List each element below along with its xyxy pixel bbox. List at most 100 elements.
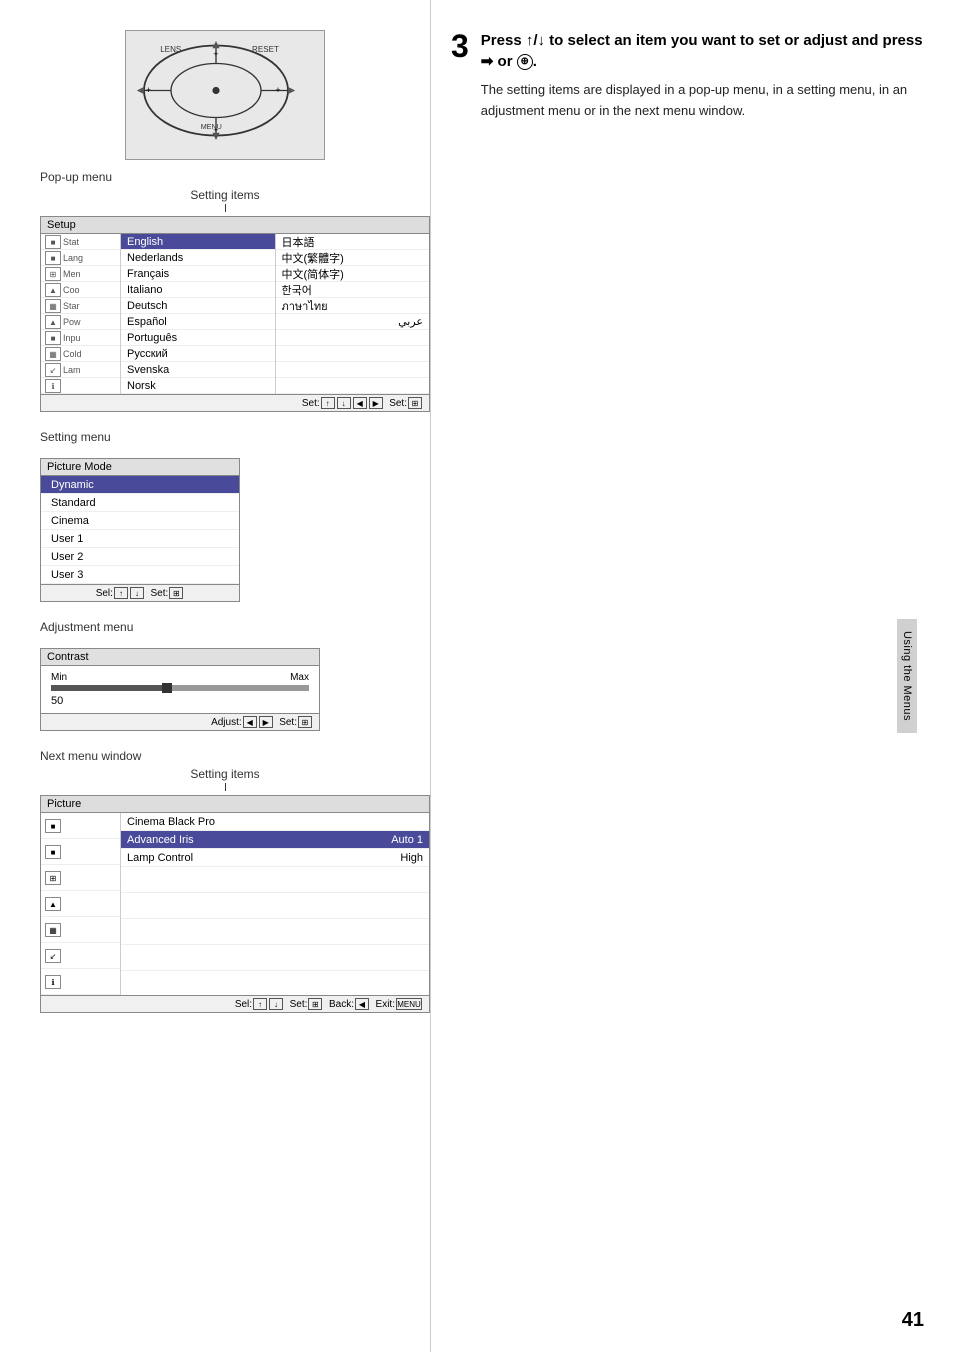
next-row-lamp-control: Lamp Control High: [121, 849, 429, 867]
icon-label-7: Inpu: [63, 333, 81, 343]
popup-icon-row-3: ⊞ Men: [41, 266, 120, 282]
popup-icon-row-4: ▲ Coo: [41, 282, 120, 298]
adj-slider-track: [51, 685, 309, 691]
icon-screen: ■: [45, 251, 61, 265]
next-icon-2: ■: [41, 839, 120, 865]
setting-row-user1: User 1: [41, 530, 239, 548]
next-menu-setting-items-label: Setting items: [40, 767, 410, 781]
next-icon-setup: ⊞: [45, 871, 61, 885]
lang-svenska: Svenska: [121, 362, 275, 378]
adj-slider-labels: Min Max: [51, 672, 309, 683]
setting-row-dynamic: Dynamic: [41, 476, 239, 494]
next-icon-5: ▦: [41, 917, 120, 943]
advanced-iris-label: Advanced Iris: [127, 834, 194, 846]
side-tab: Using the Menus: [897, 619, 917, 733]
icon-lamp: ↙: [45, 363, 61, 377]
setting-menu-title: Picture Mode: [41, 459, 239, 476]
lang-chinese-trad: 中文(繁體字): [276, 250, 430, 266]
icon-info: ▲: [45, 283, 61, 297]
step-title: Press ↑/↓ to select an item you want to …: [481, 30, 934, 72]
step-header: 3 Press ↑/↓ to select an item you want t…: [451, 30, 934, 122]
circle-icon: ⊕: [517, 54, 533, 70]
next-row-spacer-2: [121, 893, 429, 919]
lang-espanol: Español: [121, 314, 275, 330]
lang-english: English: [121, 234, 275, 250]
lang-chinese-simp: 中文(简体字): [276, 266, 430, 282]
next-row-cinema-black: Cinema Black Pro: [121, 813, 429, 831]
popup-icon-row-2: ■ Lang: [41, 250, 120, 266]
next-menu-box: Picture ■ ■ ⊞ ▲: [40, 795, 430, 1013]
svg-text:MENU: MENU: [201, 122, 222, 131]
popup-menu-title: Setup: [41, 217, 429, 234]
next-row-spacer-1: [121, 867, 429, 893]
popup-icon-row-1: ■ Stat: [41, 234, 120, 250]
icon-picture: ■: [45, 235, 61, 249]
icon-label-6: Pow: [63, 317, 81, 327]
next-icon-picture: ■: [45, 819, 61, 833]
icon-setup: ⊞: [45, 267, 61, 281]
next-menu-footer: Sel:↑↓ Set:⊞ Back:◀ Exit:MENU: [41, 995, 429, 1012]
popup-icon-row-6: ▲ Pow: [41, 314, 120, 330]
setting-row-cinema: Cinema: [41, 512, 239, 530]
lang-col-2: 日本語 中文(繁體字) 中文(简体字) 한국어 ภาษาไทย عربي: [275, 234, 430, 394]
next-icon-adj: ↙: [45, 949, 61, 963]
step-number: 3: [451, 30, 469, 62]
next-menu-title: Picture: [41, 796, 429, 813]
setting-row-standard: Standard: [41, 494, 239, 512]
adj-menu-box: Contrast Min Max 50 Adjust:◀▶ Set:⊞: [40, 648, 320, 731]
next-menu-label: Next menu window: [40, 749, 410, 763]
lang-deutsch: Deutsch: [121, 298, 275, 314]
next-menu-content: ■ ■ ⊞ ▲ ▦ ↙: [41, 813, 429, 995]
adj-max-label: Max: [290, 672, 309, 683]
right-column: 3 Press ↑/↓ to select an item you want t…: [430, 0, 954, 1352]
icon-label-1: Stat: [63, 237, 79, 247]
adj-menu-title: Contrast: [41, 649, 319, 666]
icon-network: ▲: [45, 315, 61, 329]
icon-label-9: Lam: [63, 365, 81, 375]
next-row-spacer-3: [121, 919, 429, 945]
next-icon-color: ▦: [45, 923, 61, 937]
next-icon-1: ■: [41, 813, 120, 839]
svg-text:+: +: [275, 85, 280, 95]
next-menu-rows: Cinema Black Pro Advanced Iris Auto 1 La…: [121, 813, 429, 995]
lang-empty-1: [276, 330, 430, 346]
setting-menu-label: Setting menu: [40, 430, 410, 444]
step-description: The setting items are displayed in a pop…: [481, 80, 934, 122]
svg-text:+: +: [146, 85, 151, 95]
icon-label-4: Coo: [63, 285, 80, 295]
popup-menu-box: Setup ■ Stat ■ Lang ⊞ Men: [40, 216, 430, 412]
step-content: Press ↑/↓ to select an item you want to …: [481, 30, 934, 122]
lang-portugues: Português: [121, 330, 275, 346]
cinema-black-label: Cinema Black Pro: [127, 816, 215, 828]
popup-menu-icons: ■ Stat ■ Lang ⊞ Men ▲ Coo: [41, 234, 121, 394]
advanced-iris-value: Auto 1: [391, 834, 423, 846]
next-menu-icons: ■ ■ ⊞ ▲ ▦ ↙: [41, 813, 121, 995]
lang-thai: ภาษาไทย: [276, 298, 430, 314]
lang-nederlands: Nederlands: [121, 250, 275, 266]
adj-slider-thumb: [162, 683, 172, 693]
lamp-control-value: High: [400, 852, 423, 864]
svg-text:LENS: LENS: [160, 45, 182, 54]
icon-info2: ℹ: [45, 379, 61, 393]
popup-icon-row-9: ↙ Lam: [41, 362, 120, 378]
lang-arabic: عربي: [276, 314, 430, 330]
lang-japanese: 日本語: [276, 234, 430, 250]
setting-row-user3: User 3: [41, 566, 239, 584]
svg-text:RESET: RESET: [252, 45, 279, 54]
popup-icon-row-8: ▦ Cold: [41, 346, 120, 362]
lang-empty-4: [276, 378, 430, 394]
lang-francais: Français: [121, 266, 275, 282]
lang-norsk: Norsk: [121, 378, 275, 394]
lamp-control-label: Lamp Control: [127, 852, 193, 864]
step-or-text: or: [498, 53, 517, 70]
lang-italiano: Italiano: [121, 282, 275, 298]
next-icon-info2: ℹ: [45, 975, 61, 989]
icon-label-2: Lang: [63, 253, 83, 263]
popup-menu-content: ■ Stat ■ Lang ⊞ Men ▲ Coo: [41, 234, 429, 394]
icon-input: ▦: [45, 347, 61, 361]
next-icon-screen: ■: [45, 845, 61, 859]
adj-menu-label: Adjustment menu: [40, 620, 410, 634]
next-icon-3: ⊞: [41, 865, 120, 891]
icon-color: ▦: [45, 299, 61, 313]
setting-menu-box: Picture Mode Dynamic Standard Cinema Use…: [40, 458, 240, 602]
